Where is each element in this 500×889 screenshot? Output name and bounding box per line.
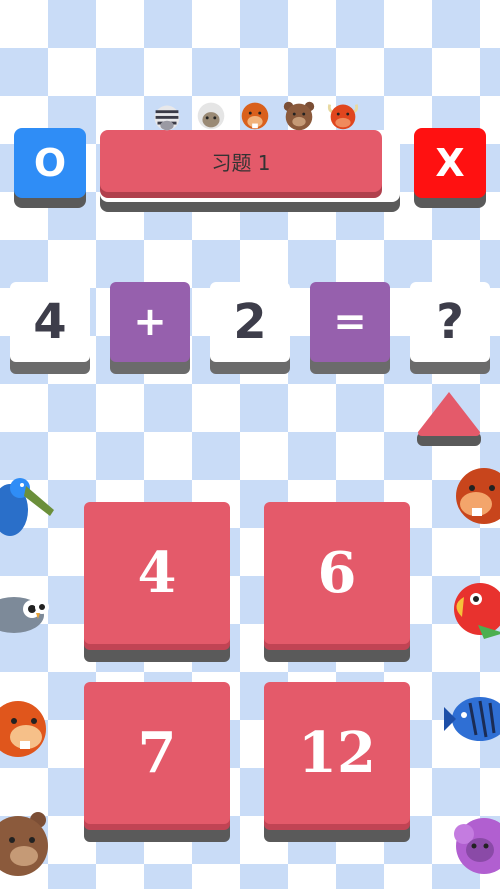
operator-text: +	[133, 299, 167, 345]
answer-label: 12	[298, 720, 376, 786]
sheep-icon	[454, 818, 500, 874]
o-button[interactable]: O	[14, 128, 86, 198]
beaver-icon	[456, 468, 500, 524]
equals-tile: =	[310, 282, 390, 362]
equals-text: =	[333, 299, 367, 345]
answer-label: 4	[137, 540, 177, 606]
bear-icon	[0, 812, 48, 876]
answer-button-12[interactable]: 12	[264, 682, 410, 824]
answer-label: 7	[137, 720, 177, 786]
answer-label: 6	[317, 540, 357, 606]
bear-icon	[283, 101, 315, 131]
pelican-icon	[0, 478, 54, 536]
parrot-icon	[454, 583, 500, 639]
owl-icon	[0, 597, 49, 633]
exercise-title-text: 习题 1	[211, 150, 271, 175]
result-text: ?	[436, 294, 464, 350]
title-panel: 习题 1	[100, 130, 400, 202]
operator-tile: +	[110, 282, 190, 362]
fish-icon	[444, 697, 500, 741]
answer-button-4[interactable]: 4	[84, 502, 230, 644]
operand-2-text: 2	[233, 294, 267, 350]
close-button[interactable]: X	[414, 128, 486, 198]
operand-1-tile: 4	[10, 282, 90, 362]
close-button-label: X	[435, 141, 465, 185]
result-tile: ?	[410, 282, 490, 362]
sheep-icon	[197, 102, 225, 130]
exercise-title: 习题 1	[100, 130, 382, 192]
zebra-icon	[154, 105, 180, 131]
beaver-icon	[0, 701, 46, 757]
answer-button-6[interactable]: 6	[264, 502, 410, 644]
animal-progress-row	[148, 98, 362, 132]
bull-icon	[327, 104, 359, 130]
up-arrow-button[interactable]	[414, 388, 484, 448]
operand-1-text: 4	[33, 294, 67, 350]
beaver-icon	[241, 102, 269, 130]
answer-button-7[interactable]: 7	[84, 682, 230, 824]
o-button-label: O	[33, 141, 67, 185]
operand-2-tile: 2	[210, 282, 290, 362]
